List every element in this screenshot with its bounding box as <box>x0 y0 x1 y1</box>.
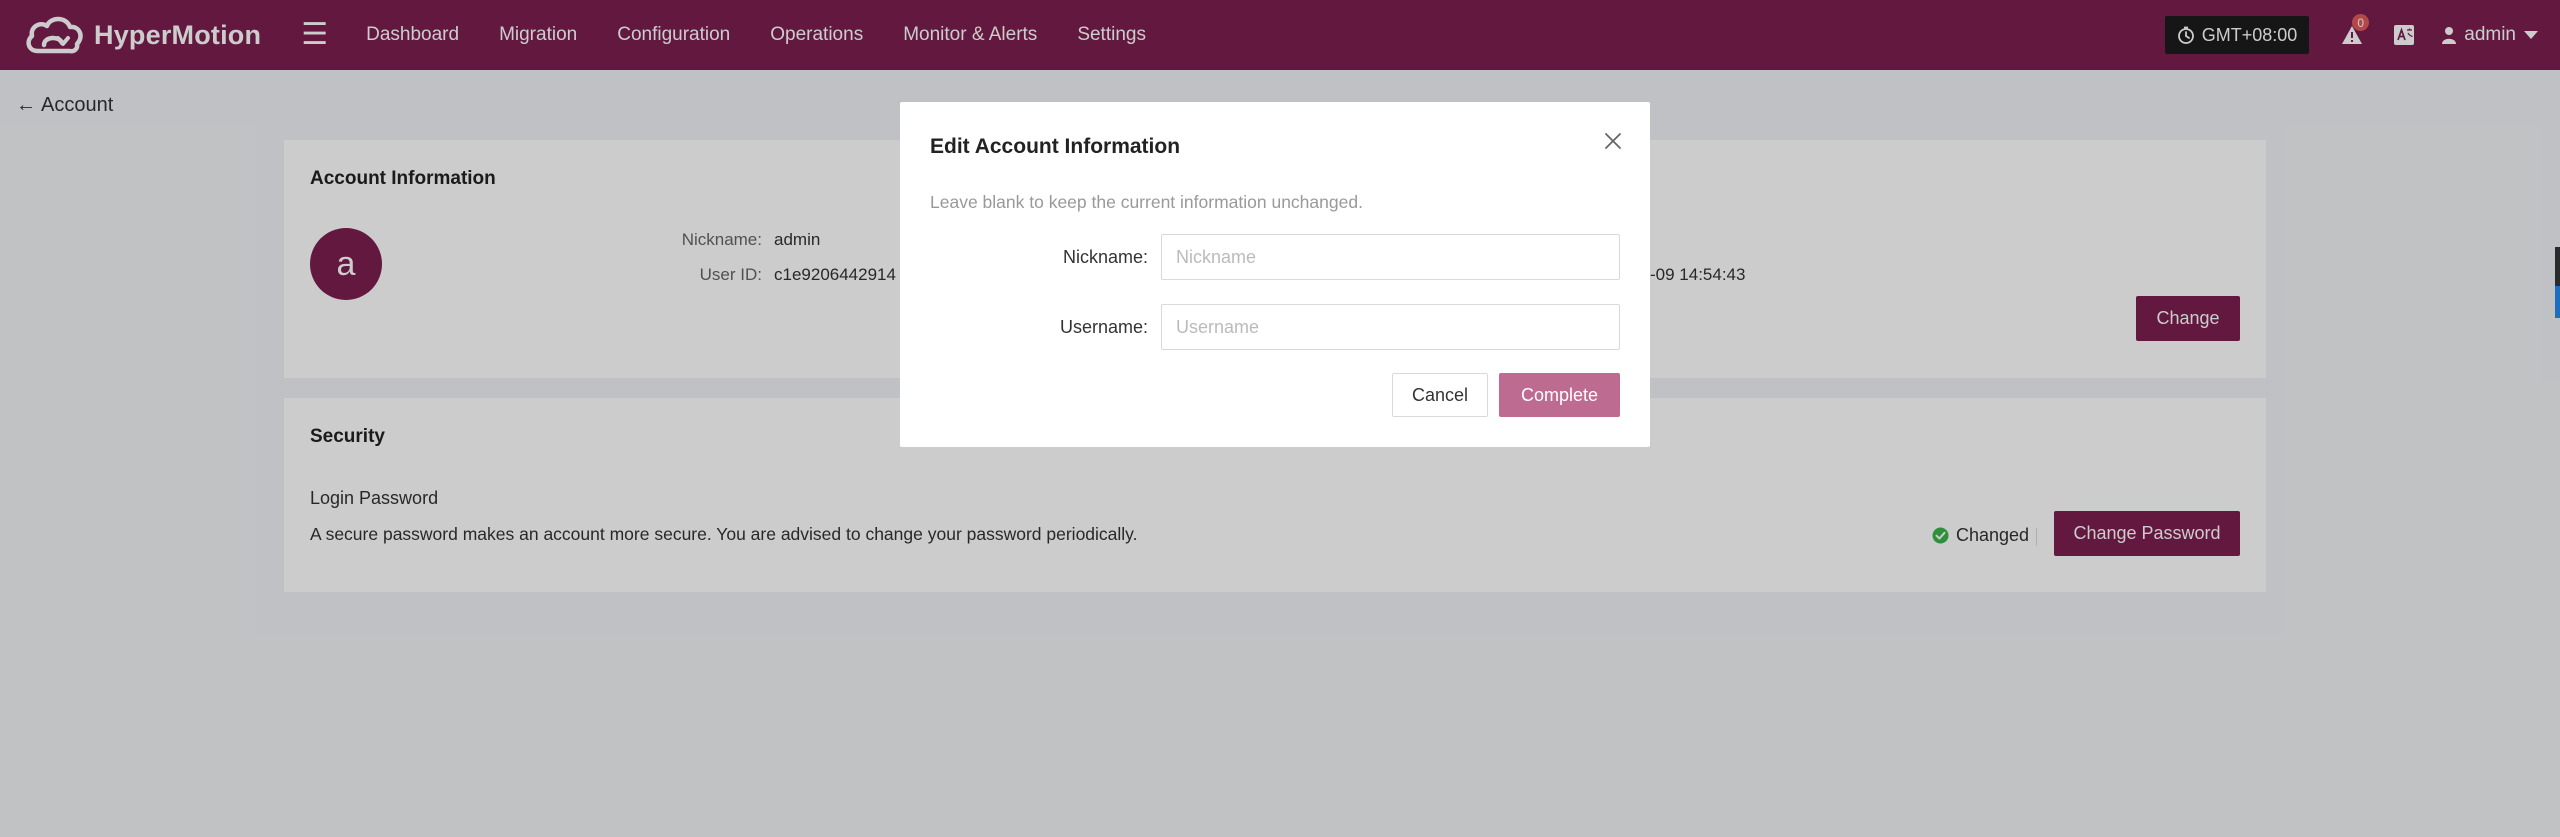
scrollbar-thumb[interactable] <box>2555 247 2560 287</box>
dialog-title: Edit Account Information <box>930 135 1181 158</box>
cancel-button[interactable]: Cancel <box>1392 373 1488 417</box>
nickname-input[interactable] <box>1161 234 1620 280</box>
nickname-field-label: Nickname: <box>1062 247 1148 267</box>
username-input[interactable] <box>1161 304 1620 350</box>
close-icon[interactable] <box>1602 130 1624 152</box>
username-field-label: Username: <box>1059 317 1148 337</box>
complete-button[interactable]: Complete <box>1499 373 1620 417</box>
dialog-hint: Leave blank to keep the current informat… <box>930 192 1363 212</box>
scrollbar-indicator <box>2555 286 2560 318</box>
edit-account-dialog: Edit Account Information Leave blank to … <box>900 102 1650 447</box>
